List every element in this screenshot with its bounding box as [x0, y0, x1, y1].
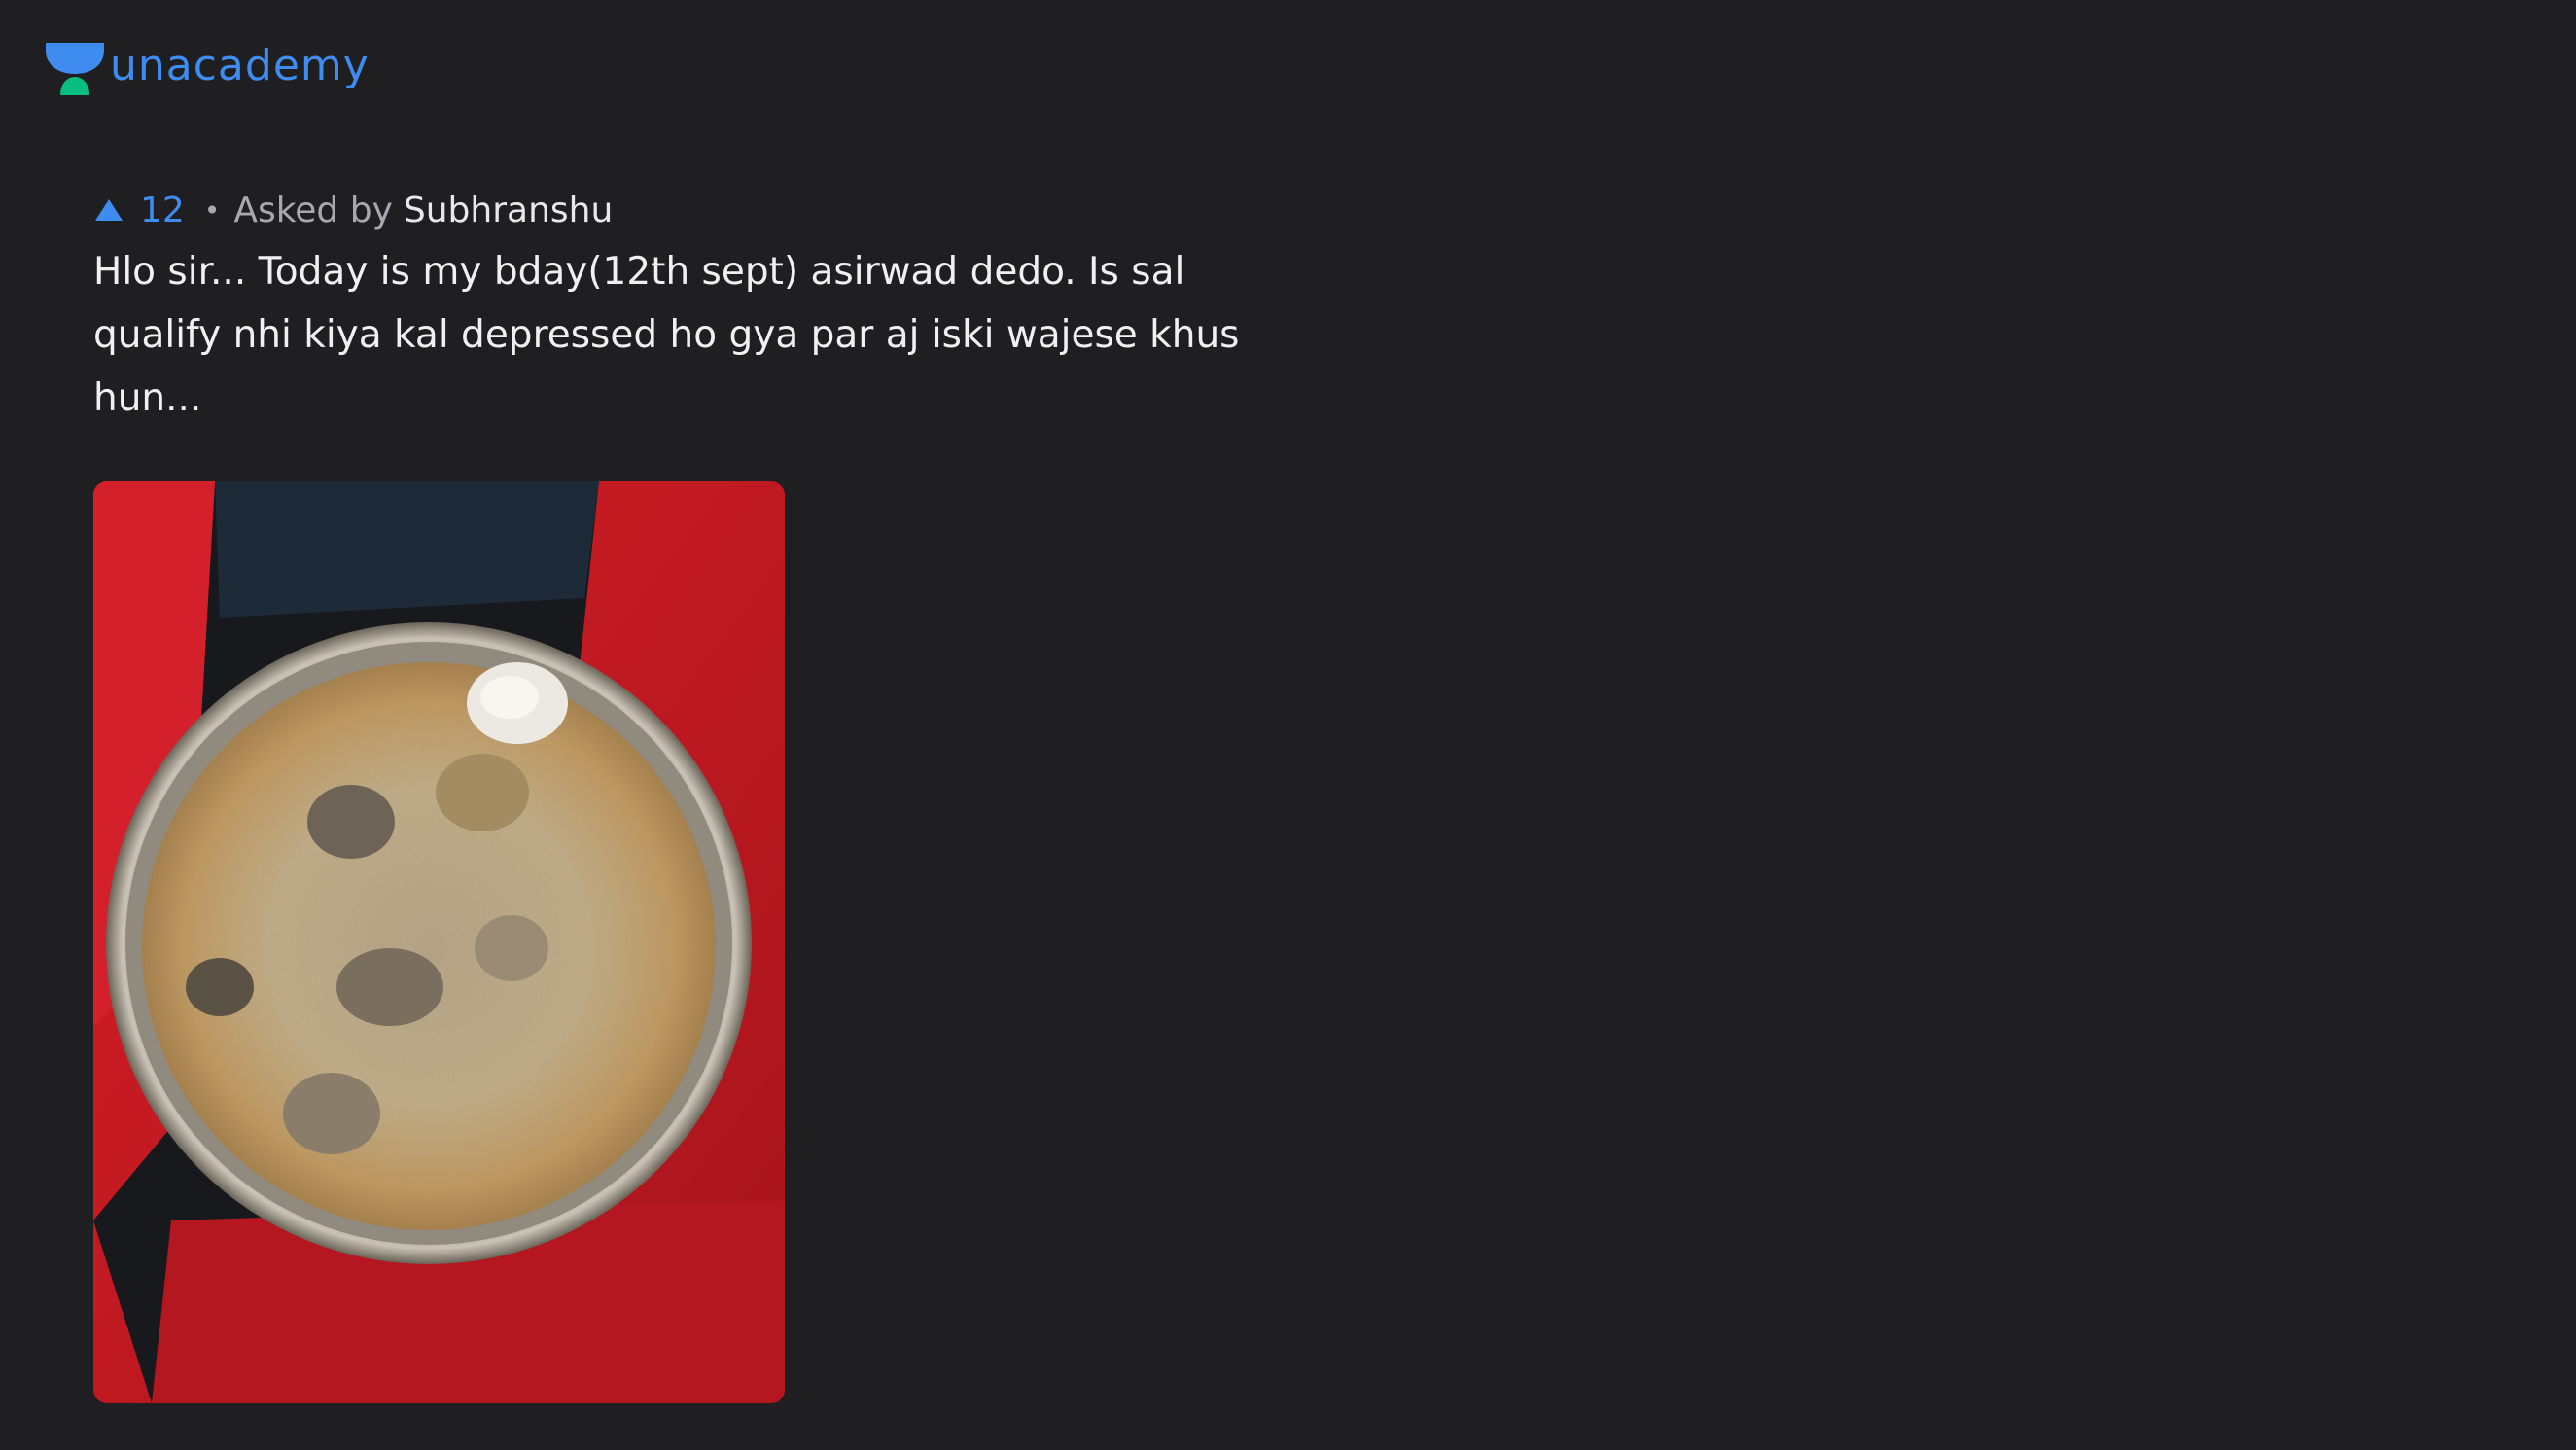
- biryani-plate-photo: [93, 481, 785, 1403]
- meta-separator: •: [203, 194, 221, 227]
- brand-logo[interactable]: unacademy: [46, 39, 370, 97]
- question-text: Hlo sir... Today is my bday(12th sept) a…: [93, 250, 1240, 420]
- question-meta: 12 • Asked by Subhranshu: [93, 185, 613, 235]
- unacademy-logo-icon: [46, 43, 104, 95]
- brand-name: unacademy: [110, 41, 370, 90]
- asked-by-label: Asked by: [233, 190, 393, 230]
- upvote-triangle-icon: [95, 199, 123, 221]
- question-image[interactable]: [93, 481, 785, 1403]
- page: unacademy 12 • Asked by Subhranshu Hlo s…: [0, 0, 2576, 1450]
- author-name[interactable]: Subhranshu: [404, 191, 613, 230]
- upvote-count: 12: [140, 190, 185, 230]
- upvote-button[interactable]: 12: [93, 191, 204, 230]
